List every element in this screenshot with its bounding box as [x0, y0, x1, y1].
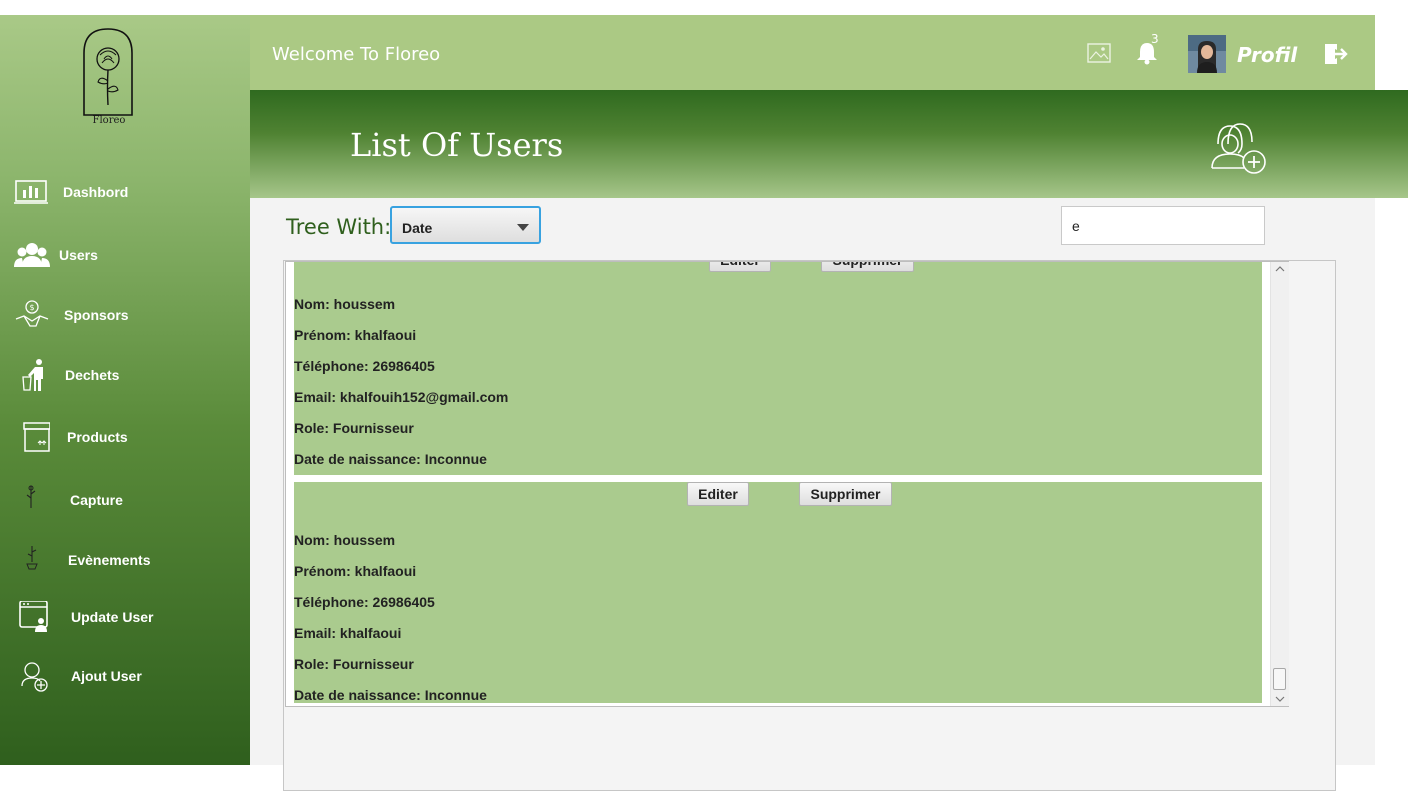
user-date-naissance: Date de naissance: Inconnue [294, 687, 487, 703]
sidebar-item-ajout-user[interactable]: Ajout User [0, 656, 250, 696]
edit-button[interactable]: Editer [687, 482, 749, 506]
sidebar-item-update-user[interactable]: Update User [0, 597, 250, 637]
delete-button[interactable]: Supprimer [821, 262, 914, 272]
chevron-down-icon [517, 224, 529, 231]
sidebar-item-dechets[interactable]: Dechets [0, 355, 250, 395]
sidebar-item-label: Capture [70, 492, 123, 508]
box-icon [23, 422, 50, 452]
flower-pot-icon [26, 546, 38, 570]
sidebar-item-label: Dashbord [63, 184, 129, 200]
top-bar: Welcome To Floreo 3 Profil [250, 15, 1375, 90]
scroll-up-icon[interactable] [1275, 265, 1285, 273]
profile-label[interactable]: Profil [1237, 43, 1297, 67]
user-telephone: Téléphone: 26986405 [294, 358, 435, 374]
logo-text: Floreo [92, 115, 126, 126]
trash-person-icon [22, 359, 43, 391]
sidebar-item-label: Dechets [65, 367, 120, 383]
sidebar: Floreo Dashbord Users $ Sponsors Dechets… [0, 15, 250, 765]
user-nom: Nom: houssem [294, 532, 396, 548]
vertical-scrollbar[interactable] [1270, 262, 1289, 706]
tree-with-label: Tree With: [286, 215, 392, 239]
user-prenom: Prénom: khalfaoui [294, 563, 417, 579]
scrollbar-thumb[interactable] [1273, 668, 1286, 690]
sort-select-value: Date [402, 220, 433, 236]
avatar[interactable] [1188, 35, 1226, 73]
add-user-icon[interactable] [1208, 120, 1268, 175]
sidebar-item-users[interactable]: Users [0, 235, 250, 275]
user-role: Role: Fournisseur [294, 656, 414, 672]
user-role: Role: Fournisseur [294, 420, 414, 436]
edit-button[interactable]: Editer [709, 262, 771, 272]
sidebar-item-label: Update User [71, 609, 154, 625]
sidebar-item-label: Users [59, 247, 98, 263]
user-card: Editer Supprimer Nom: houssem Prénom: kh… [294, 482, 1262, 703]
delete-button[interactable]: Supprimer [799, 482, 892, 506]
image-icon[interactable] [1087, 43, 1111, 63]
user-telephone: Téléphone: 26986405 [294, 594, 435, 610]
notification-count: 3 [1151, 32, 1159, 46]
sidebar-item-label: Sponsors [64, 307, 129, 323]
user-nom: Nom: houssem [294, 296, 396, 312]
flower-icon [26, 485, 36, 508]
chart-icon [14, 180, 48, 204]
user-list[interactable]: Editer Supprimer Nom: houssem Prénom: kh… [285, 261, 1289, 707]
user-date-naissance: Date de naissance: Inconnue [294, 451, 487, 467]
user-prenom: Prénom: khalfaoui [294, 327, 417, 343]
user-email: Email: khalfaoui [294, 625, 402, 641]
scroll-down-icon[interactable] [1275, 695, 1285, 703]
page-banner: List Of Users [250, 90, 1408, 198]
sort-select[interactable]: Date [390, 206, 541, 244]
user-card: Editer Supprimer Nom: houssem Prénom: kh… [294, 262, 1262, 475]
sidebar-item-dashbord[interactable]: Dashbord [0, 172, 250, 212]
user-email: Email: khalfouih152@gmail.com [294, 389, 509, 405]
sidebar-item-label: Products [67, 429, 128, 445]
svg-text:$: $ [30, 303, 35, 312]
sidebar-item-capture[interactable]: Capture [0, 480, 250, 520]
handshake-dollar-icon: $ [15, 300, 49, 327]
search-input[interactable] [1061, 206, 1265, 245]
sidebar-item-sponsors[interactable]: $ Sponsors [0, 295, 250, 335]
sidebar-item-label: Ajout User [71, 668, 142, 684]
add-user-icon [21, 662, 48, 692]
sidebar-item-products[interactable]: Products [0, 417, 250, 457]
logout-icon[interactable] [1323, 42, 1349, 66]
welcome-text: Welcome To Floreo [272, 44, 441, 65]
sidebar-item-label: Evènements [68, 552, 151, 568]
page-title: List Of Users [350, 126, 564, 164]
sidebar-item-evenements[interactable]: Evènements [0, 540, 250, 580]
users-icon [14, 243, 50, 267]
browser-user-icon [19, 601, 48, 632]
